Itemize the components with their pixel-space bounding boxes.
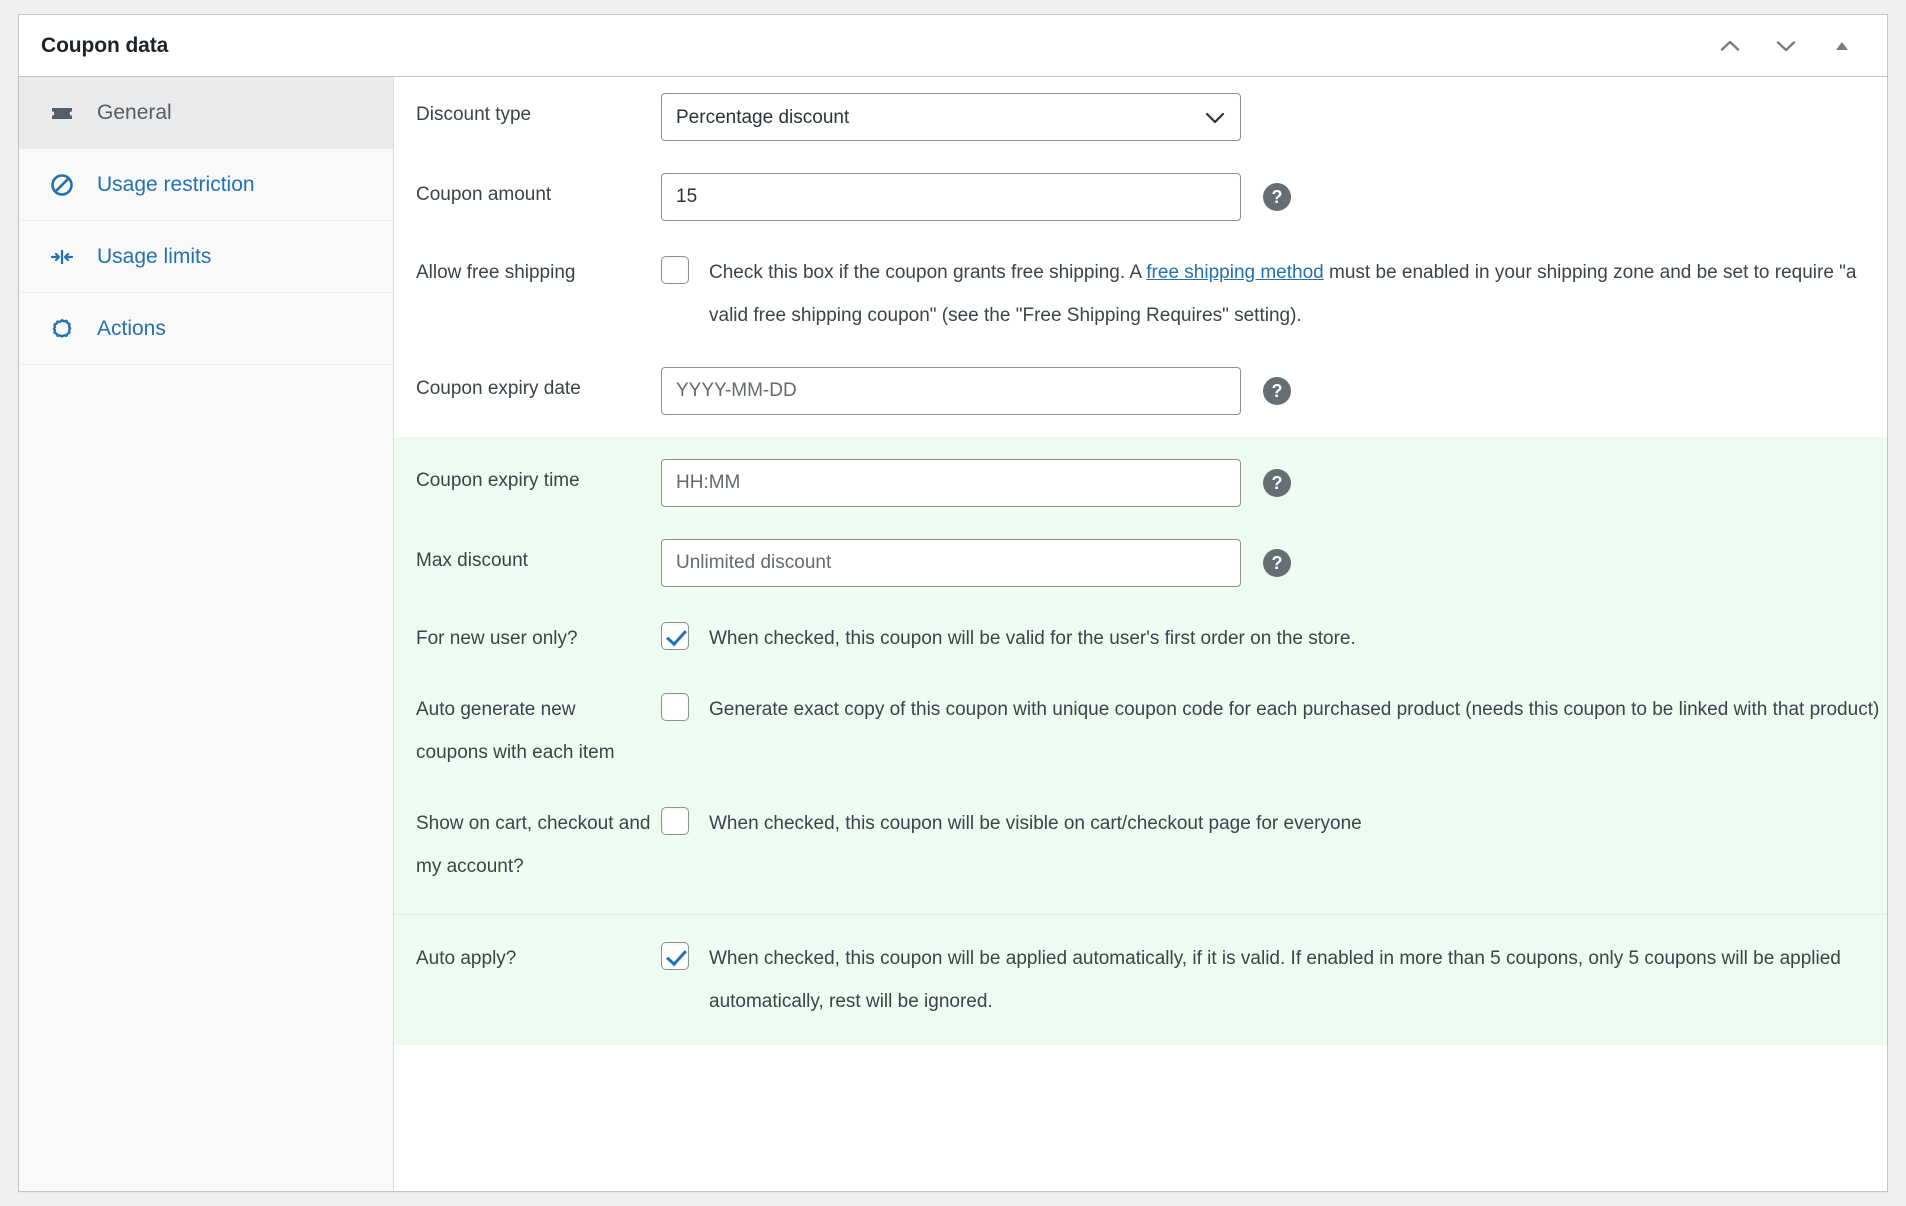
field-max-discount: Max discount ? [394,523,1887,603]
help-icon[interactable]: ? [1263,377,1291,405]
triangle-up-icon [1832,36,1852,56]
help-icon[interactable]: ? [1263,549,1291,577]
field-coupon-expiry-date: Coupon expiry date ? [394,351,1887,437]
field-label: Coupon amount [416,184,552,205]
coupon-expiry-date-input[interactable] [661,367,1241,415]
move-down-button[interactable] [1769,29,1803,63]
auto-apply-description: When checked, this coupon will be applie… [709,948,1841,1012]
for-new-user-only-checkbox[interactable] [661,622,689,650]
gear-icon [47,315,77,343]
block-icon [47,171,77,199]
allow-free-shipping-description: Check this box if the coupon grants free… [709,251,1887,337]
coupon-data-sidebar: General Usage restriction Usage limits A… [19,77,394,1191]
highlighted-fields-group: Coupon expiry time ? Max discount ? [394,437,1887,914]
field-label: Coupon expiry time [416,470,580,491]
free-shipping-method-link[interactable]: free shipping method [1146,262,1323,283]
panel-header: Coupon data [19,15,1887,77]
field-auto-apply: Auto apply? When checked, this coupon wi… [394,915,1887,1045]
max-discount-input[interactable] [661,539,1241,587]
for-new-user-only-description: When checked, this coupon will be valid … [709,628,1356,649]
coupon-data-content: Discount type Percentage discount Coupon… [394,77,1887,1191]
show-on-cart-checkbox[interactable] [661,807,689,835]
field-label: For new user only? [416,628,578,649]
panel-body: General Usage restriction Usage limits A… [19,77,1887,1191]
field-coupon-amount: Coupon amount ? [394,157,1887,237]
field-label: Allow free shipping [416,262,576,283]
field-label: Show on cart, checkout and my account? [416,813,651,877]
help-icon[interactable]: ? [1263,469,1291,497]
auto-apply-checkbox[interactable] [661,942,689,970]
auto-generate-coupons-checkbox[interactable] [661,693,689,721]
general-fields-group: Discount type Percentage discount Coupon… [394,77,1887,437]
sidebar-item-usage-restriction[interactable]: Usage restriction [19,149,393,221]
field-label: Auto apply? [416,948,517,969]
field-label: Max discount [416,550,528,571]
page-title: Coupon data [41,33,169,57]
sidebar-item-general[interactable]: General [19,77,393,149]
coupon-expiry-time-input[interactable] [661,459,1241,507]
allow-free-shipping-checkbox[interactable] [661,256,689,284]
field-label: Coupon expiry date [416,378,581,399]
field-for-new-user-only: For new user only? When checked, this co… [394,603,1887,674]
auto-generate-coupons-description: Generate exact copy of this coupon with … [709,699,1880,720]
ticket-icon [47,99,77,127]
chevron-up-icon [1717,33,1743,59]
sidebar-item-actions[interactable]: Actions [19,293,393,365]
sidebar-item-label: General [97,100,172,124]
chevron-down-icon [1773,33,1799,59]
show-on-cart-description: When checked, this coupon will be visibl… [709,813,1362,834]
field-auto-generate-coupons: Auto generate new coupons with each item… [394,674,1887,788]
field-discount-type: Discount type Percentage discount [394,77,1887,157]
field-label: Auto generate new coupons with each item [416,699,615,763]
field-allow-free-shipping: Allow free shipping Check this box if th… [394,237,1887,351]
panel-header-controls [1713,29,1867,63]
toggle-panel-button[interactable] [1825,29,1859,63]
coupon-data-panel: Coupon data General Usage restriction Us… [18,14,1888,1192]
move-up-button[interactable] [1713,29,1747,63]
sidebar-item-label: Usage limits [97,244,212,268]
auto-apply-group: Auto apply? When checked, this coupon wi… [394,914,1887,1045]
help-icon[interactable]: ? [1263,183,1291,211]
field-label: Discount type [416,104,532,125]
field-show-on-cart: Show on cart, checkout and my account? W… [394,788,1887,914]
sidebar-item-label: Usage restriction [97,172,255,196]
sidebar-item-label: Actions [97,316,166,340]
discount-type-select[interactable]: Percentage discount [661,93,1241,141]
sidebar-item-usage-limits[interactable]: Usage limits [19,221,393,293]
coupon-amount-input[interactable] [661,173,1241,221]
limits-icon [47,243,77,271]
field-coupon-expiry-time: Coupon expiry time ? [394,437,1887,523]
desc-text-before: Check this box if the coupon grants free… [709,262,1147,283]
